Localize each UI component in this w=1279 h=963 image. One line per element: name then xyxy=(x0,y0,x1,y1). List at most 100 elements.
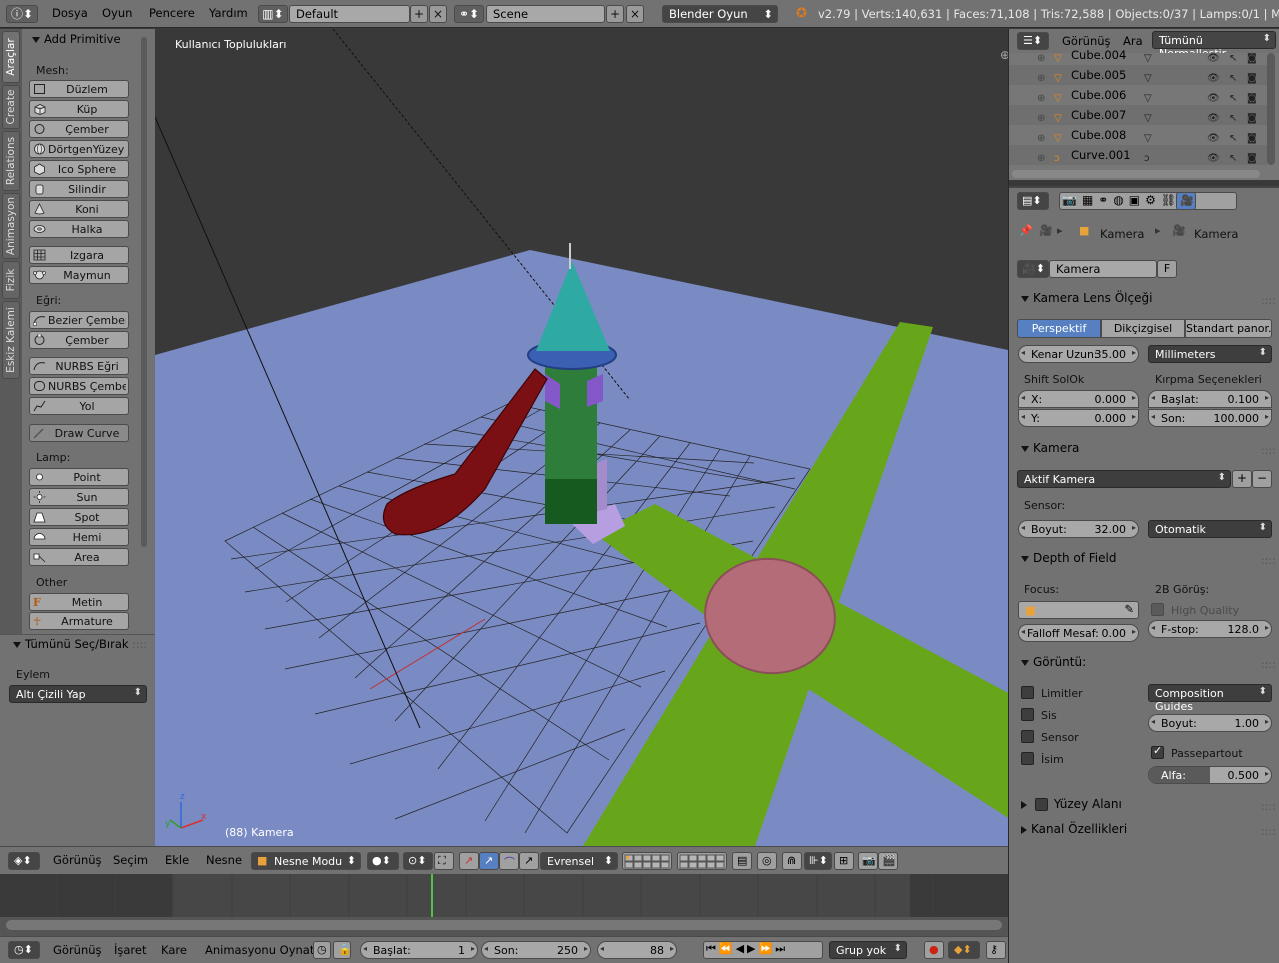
add-armature-button[interactable]: ☥ Armature xyxy=(29,612,129,630)
menu-window[interactable]: Pencere xyxy=(149,6,195,20)
menu-select[interactable]: Seçim xyxy=(113,853,148,867)
sensor-fit-select[interactable]: Otomatik xyxy=(1148,520,1272,538)
add-bezier-circle-button[interactable]: Çember xyxy=(29,331,129,349)
keyframe-type-select[interactable]: ◆⬍ xyxy=(948,941,980,959)
add-circle-button[interactable]: Çember xyxy=(29,120,129,138)
add-scene-icon[interactable]: + xyxy=(606,5,624,23)
translate-manipulator[interactable]: ↗ xyxy=(459,852,479,870)
add-plane-button[interactable]: Düzlem xyxy=(29,80,129,98)
add-area-lamp-button[interactable]: Area xyxy=(29,548,129,566)
proportional-edit-button[interactable]: ◎ xyxy=(757,852,777,870)
pivot-select[interactable]: ⊙⬍ xyxy=(403,852,433,870)
limits-checkbox[interactable] xyxy=(1021,686,1034,699)
scene-icon[interactable]: ⚭⬍ xyxy=(454,5,484,23)
add-layout-icon[interactable]: + xyxy=(410,5,428,23)
add-grid-button[interactable]: Izgara xyxy=(29,246,129,264)
shift-x-field[interactable]: X: 0.000 xyxy=(1018,390,1139,408)
timeline-editor-type-button[interactable]: ◷⬍ xyxy=(8,941,40,959)
sensor-size-field[interactable]: Boyut: 32.00 xyxy=(1018,520,1139,538)
scene-field[interactable]: Scene xyxy=(486,5,605,23)
render-opengl-image-button[interactable]: 📷 xyxy=(858,852,878,870)
lock-range-toggle[interactable]: 🔒 xyxy=(333,941,352,959)
add-uv-sphere-button[interactable]: DörtgenYüzey ... xyxy=(29,140,129,158)
safe-areas-panel-header[interactable]: Yüzey Alanı xyxy=(1021,797,1122,811)
custom-properties-panel-header[interactable]: Kanal Özellikleri xyxy=(1021,822,1127,836)
info-editor-type-button[interactable]: ⓘ⬍ xyxy=(6,5,38,23)
end-frame-field[interactable]: Son: 250 xyxy=(481,941,591,959)
menu-marker[interactable]: İşaret xyxy=(114,943,147,957)
tab-camera-data[interactable]: 🎥 xyxy=(1176,192,1196,210)
add-nurbs-circle-button[interactable]: NURBS Çember xyxy=(29,377,129,395)
pin-icon[interactable]: 📌 xyxy=(1019,224,1033,237)
editor-type-button[interactable]: ◈⬍ xyxy=(8,852,40,870)
add-monkey-button[interactable]: Maymun xyxy=(29,266,129,284)
add-cylinder-button[interactable]: Silindir xyxy=(29,180,129,198)
shift-y-field[interactable]: Y: 0.000 xyxy=(1018,409,1139,427)
tab-create[interactable]: Create xyxy=(2,85,20,129)
orientation-select[interactable]: Evrensel ⬍ xyxy=(540,852,618,870)
tab-tools[interactable]: Araçlar xyxy=(2,31,20,83)
draw-curve-button[interactable]: Draw Curve xyxy=(29,424,129,442)
passepartout-checkbox[interactable]: ✓ xyxy=(1151,744,1164,759)
outliner-h-scrollbar[interactable] xyxy=(1012,170,1260,178)
passepartout-alpha-slider[interactable]: Alfa: 0.500 xyxy=(1148,766,1272,784)
layers-group-2[interactable] xyxy=(677,852,727,870)
add-nurbs-curve-button[interactable]: NURBS Eğri xyxy=(29,357,129,375)
menu-file[interactable]: Dosya xyxy=(52,6,88,20)
orientation-icon-button[interactable]: ↗ xyxy=(519,852,539,870)
render-engine-select[interactable]: Blender Oyun ⬍ xyxy=(662,5,778,23)
camera-preset-select[interactable]: Aktif Kamera xyxy=(1017,470,1231,488)
viewport-expand-icon[interactable]: ⊕ xyxy=(1000,48,1008,62)
screen-layout-field[interactable]: Default xyxy=(289,5,410,23)
keying-set-select[interactable]: Grup yok xyxy=(829,941,907,959)
add-bezier-button[interactable]: Bezier Çember xyxy=(29,311,129,329)
camera-panel-header[interactable]: Kamera xyxy=(1021,441,1079,455)
lock-layer-button[interactable]: ▤ xyxy=(732,852,752,870)
add-path-button[interactable]: Yol xyxy=(29,397,129,415)
menu-playback[interactable]: Animasyonu Oynat xyxy=(205,943,314,957)
tab-physics[interactable]: Fizik xyxy=(2,261,20,299)
manipulator-toggle[interactable]: ⛶ xyxy=(434,852,454,870)
menu-frame[interactable]: Kare xyxy=(161,943,187,957)
lens-unit-select[interactable]: Millimeters xyxy=(1148,345,1272,363)
viewport-scene[interactable]: z x y ⊕ xyxy=(155,29,1008,846)
timeline-scrollbar[interactable] xyxy=(6,920,1002,930)
menu-add[interactable]: Ekle xyxy=(165,853,189,867)
dof-panel-header[interactable]: Depth of Field xyxy=(1021,551,1116,565)
menu-object[interactable]: Nesne xyxy=(206,853,242,867)
clip-end-field[interactable]: Son: 100.000 xyxy=(1148,409,1272,427)
screen-layout-icon[interactable]: ▥⬍ xyxy=(258,5,288,23)
add-sun-lamp-button[interactable]: Sun xyxy=(29,488,129,506)
clip-start-field[interactable]: Başlat: 0.100 xyxy=(1148,390,1272,408)
focal-length-field[interactable]: Kenar Uzun:35.00 xyxy=(1018,345,1139,363)
rotate-manipulator[interactable]: ↗ xyxy=(479,852,499,870)
add-hemi-lamp-button[interactable]: Hemi xyxy=(29,528,129,546)
orthographic-button[interactable]: Dikçizgisel xyxy=(1101,319,1185,338)
display-size-field[interactable]: Boyut: 1.00 xyxy=(1148,714,1272,732)
properties-context-tabs[interactable]: 📷▦⚭◍▣⚙⛓ xyxy=(1059,192,1237,210)
high-quality-checkbox[interactable] xyxy=(1151,603,1164,616)
fstop-field[interactable]: F-stop: 128.0 xyxy=(1148,620,1272,638)
add-point-lamp-button[interactable]: Point xyxy=(29,468,129,486)
add-cone-button[interactable]: Koni xyxy=(29,200,129,218)
datablock-browse[interactable]: 🎥⬍ xyxy=(1017,260,1049,278)
action-select[interactable]: Altı Çizili Yap xyxy=(9,685,147,703)
render-opengl-animation-button[interactable]: 🎬 xyxy=(878,852,898,870)
snap-toggle[interactable]: ⋒ xyxy=(782,852,802,870)
safe-areas-checkbox[interactable] xyxy=(1034,798,1048,811)
add-text-button[interactable]: F Metin xyxy=(29,593,129,611)
sensor-checkbox[interactable] xyxy=(1021,730,1034,743)
current-frame-field[interactable]: 88 xyxy=(597,941,677,959)
eyedropper-icon[interactable]: ✎ xyxy=(1124,602,1134,616)
insert-keyframe-button[interactable]: ⚷ xyxy=(986,941,1006,959)
focus-distance-field[interactable]: Falloff Mesaf:0.00 xyxy=(1018,624,1139,642)
start-frame-field[interactable]: Başlat: 1 xyxy=(360,941,478,959)
perspective-button[interactable]: Perspektif xyxy=(1017,319,1101,338)
name-checkbox[interactable] xyxy=(1021,752,1034,765)
remove-layout-icon[interactable]: × xyxy=(429,5,447,23)
tab-animation[interactable]: Animasyon xyxy=(2,193,20,259)
preview-range-toggle[interactable]: ◷ xyxy=(313,941,331,959)
add-ico-sphere-button[interactable]: Ico Sphere xyxy=(29,160,129,178)
shading-select[interactable]: ●⬍ xyxy=(367,852,399,870)
fake-user-button[interactable]: F xyxy=(1157,260,1177,278)
